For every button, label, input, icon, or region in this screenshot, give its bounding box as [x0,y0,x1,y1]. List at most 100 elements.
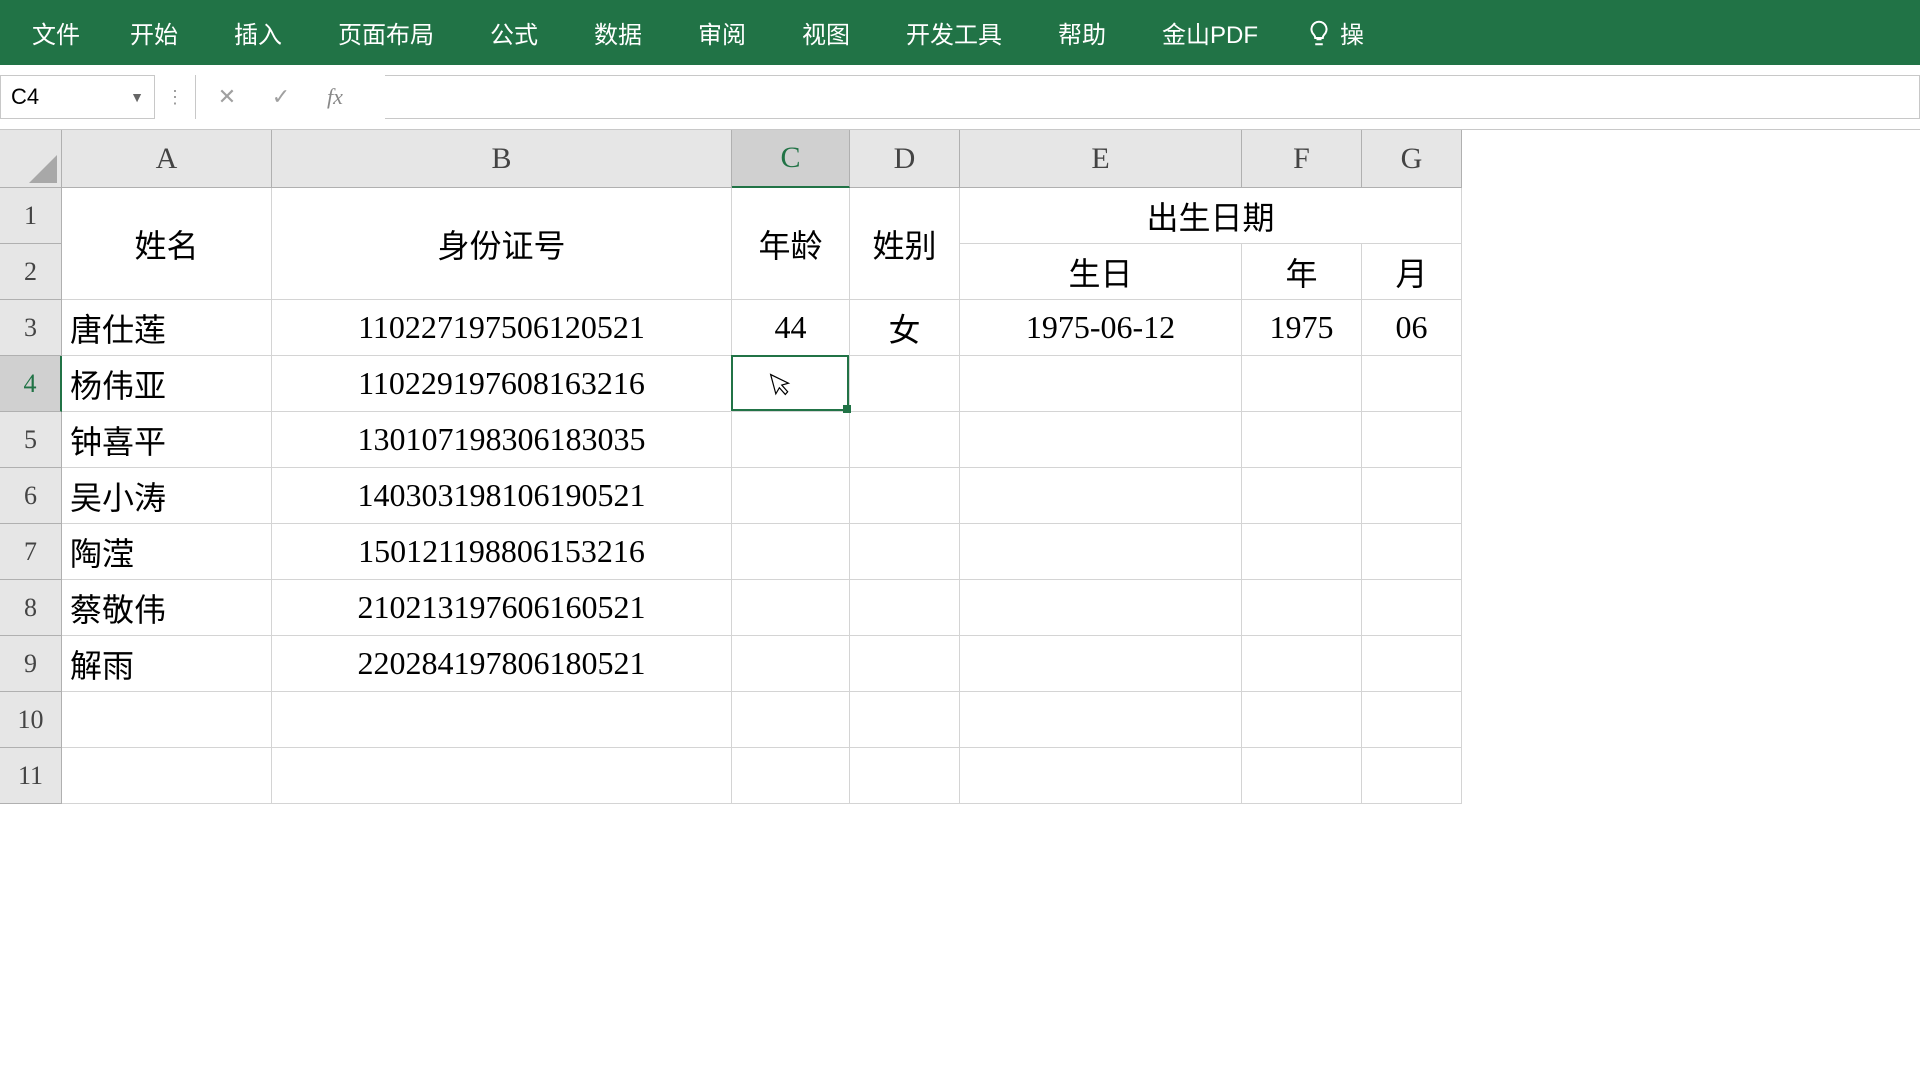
cell-birthday[interactable] [960,356,1242,412]
cell-name[interactable]: 蔡敬伟 [62,580,272,636]
cell-month[interactable] [1362,636,1462,692]
cell-month[interactable] [1362,524,1462,580]
cell-empty[interactable] [272,748,732,804]
ribbon-tab-layout[interactable]: 页面布局 [310,0,462,65]
cell-name[interactable]: 钟喜平 [62,412,272,468]
cell-birthday[interactable]: 1975-06-12 [960,300,1242,356]
ribbon-tell-me[interactable]: 操 [1334,0,1370,65]
cell-age[interactable] [732,524,850,580]
row-header-8[interactable]: 8 [0,580,62,636]
formula-input[interactable] [385,75,1920,119]
cell-empty[interactable] [272,692,732,748]
row-header-1[interactable]: 1 [0,188,62,244]
ribbon-tab-developer[interactable]: 开发工具 [878,0,1030,65]
cell-empty[interactable] [850,692,960,748]
cell-birthday[interactable] [960,468,1242,524]
cell-gender[interactable] [850,580,960,636]
column-header-A[interactable]: A [62,130,272,188]
column-header-C[interactable]: C [732,130,850,188]
cell-name[interactable]: 唐仕莲 [62,300,272,356]
cell-gender[interactable] [850,356,960,412]
row-header-10[interactable]: 10 [0,692,62,748]
cell-gender[interactable]: 女 [850,300,960,356]
cell-age[interactable] [732,468,850,524]
ribbon-tab-review[interactable]: 审阅 [670,0,774,65]
header-birthdate-group[interactable]: 出生日期 [960,188,1462,244]
cell-month[interactable] [1362,468,1462,524]
cell-id[interactable]: 220284197806180521 [272,636,732,692]
row-header-2[interactable]: 2 [0,244,62,300]
cell-id[interactable]: 110227197506120521 [272,300,732,356]
cell-id[interactable]: 210213197606160521 [272,580,732,636]
cell-birthday[interactable] [960,580,1242,636]
cell-empty[interactable] [62,748,272,804]
ribbon-tab-pdf[interactable]: 金山PDF [1134,0,1286,65]
header-id[interactable]: 身份证号 [272,188,732,300]
cell-month[interactable] [1362,580,1462,636]
ribbon-tab-help[interactable]: 帮助 [1030,0,1134,65]
header-name[interactable]: 姓名 [62,188,272,300]
cell-month[interactable] [1362,356,1462,412]
cell-age[interactable] [732,356,850,412]
cell-year[interactable] [1242,524,1362,580]
name-box-dropdown-icon[interactable]: ▼ [130,89,144,105]
cell-year[interactable] [1242,356,1362,412]
fx-icon[interactable]: fx [322,84,348,110]
cell-year[interactable] [1242,636,1362,692]
cell-empty[interactable] [850,748,960,804]
select-all-corner[interactable] [0,130,62,188]
cell-name[interactable]: 解雨 [62,636,272,692]
header-birthday[interactable]: 生日 [960,244,1242,300]
cell-empty[interactable] [732,692,850,748]
cell-empty[interactable] [1362,748,1462,804]
cell-name[interactable]: 吴小涛 [62,468,272,524]
lightbulb-icon[interactable] [1304,18,1334,48]
row-header-4[interactable]: 4 [0,356,62,412]
cell-age[interactable]: 44 [732,300,850,356]
cell-age[interactable] [732,636,850,692]
ribbon-tab-data[interactable]: 数据 [566,0,670,65]
header-age[interactable]: 年龄 [732,188,850,300]
column-header-E[interactable]: E [960,130,1242,188]
header-month[interactable]: 月 [1362,244,1462,300]
cell-year[interactable] [1242,412,1362,468]
cell-gender[interactable] [850,412,960,468]
cell-year[interactable] [1242,468,1362,524]
cell-empty[interactable] [1362,692,1462,748]
cell-empty[interactable] [732,748,850,804]
ribbon-tab-file[interactable]: 文件 [10,0,102,65]
cell-gender[interactable] [850,524,960,580]
cell-birthday[interactable] [960,636,1242,692]
cell-name[interactable]: 杨伟亚 [62,356,272,412]
row-header-9[interactable]: 9 [0,636,62,692]
ribbon-tab-insert[interactable]: 插入 [206,0,310,65]
cell-empty[interactable] [960,748,1242,804]
cell-gender[interactable] [850,468,960,524]
column-header-G[interactable]: G [1362,130,1462,188]
header-gender[interactable]: 姓别 [850,188,960,300]
ribbon-tab-formulas[interactable]: 公式 [462,0,566,65]
cell-empty[interactable] [1242,748,1362,804]
confirm-icon[interactable]: ✓ [268,84,294,110]
row-header-11[interactable]: 11 [0,748,62,804]
cell-month[interactable]: 06 [1362,300,1462,356]
ribbon-tab-home[interactable]: 开始 [102,0,206,65]
column-header-B[interactable]: B [272,130,732,188]
row-header-7[interactable]: 7 [0,524,62,580]
cell-gender[interactable] [850,636,960,692]
name-box[interactable]: C4 ▼ [0,75,155,119]
cell-id[interactable]: 110229197608163216 [272,356,732,412]
cancel-icon[interactable]: ✕ [214,84,240,110]
cell-empty[interactable] [62,692,272,748]
cell-name[interactable]: 陶滢 [62,524,272,580]
column-header-D[interactable]: D [850,130,960,188]
row-header-3[interactable]: 3 [0,300,62,356]
row-header-5[interactable]: 5 [0,412,62,468]
cell-year[interactable]: 1975 [1242,300,1362,356]
cell-empty[interactable] [960,692,1242,748]
cell-id[interactable]: 140303198106190521 [272,468,732,524]
cell-year[interactable] [1242,580,1362,636]
cell-birthday[interactable] [960,412,1242,468]
cell-empty[interactable] [1242,692,1362,748]
header-year[interactable]: 年 [1242,244,1362,300]
